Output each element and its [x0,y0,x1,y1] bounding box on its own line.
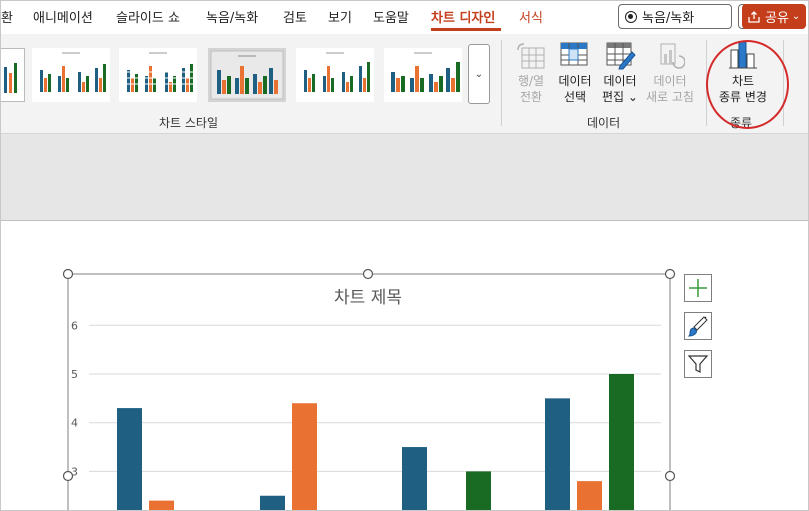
bar-series2-cat4[interactable] [577,481,602,511]
workspace-background [1,134,808,221]
refresh-data-icon [643,40,697,70]
paintbrush-icon [687,316,708,337]
slide-canvas: 차트 제목 3456 [1,221,808,511]
menu-tab-view[interactable]: 보기 [328,7,352,26]
chevron-down-icon: ⌄ [791,11,801,22]
edit-data-label-1: 데이터 [603,74,637,88]
edit-data-button[interactable]: 데이터 편집 ⌄ [599,40,641,105]
y-tick-label: 6 [71,319,78,332]
bar-series1-cat2[interactable] [260,495,285,511]
select-data-label-1: 데이터 [558,74,592,88]
highlight-circle-annotation [706,40,789,129]
resize-handle[interactable] [664,268,676,280]
chart-style-preview-icon [210,50,284,100]
chart-frame[interactable] [67,273,671,511]
y-tick-label: 4 [71,417,78,430]
menu-bar: 환 애니메이션 슬라이드 쇼 녹음/녹화 검토 보기 도움말 차트 디자인 서식… [1,1,808,34]
switch-row-column-label-1: 행/열 [517,74,545,88]
record-icon [625,10,637,23]
share-icon [748,10,760,23]
resize-handle[interactable] [362,268,374,280]
chart-elements-button[interactable] [684,274,712,302]
refresh-data-button[interactable]: 데이터 새로 고침 [643,40,697,105]
bar-series1-cat4[interactable] [545,398,570,511]
menu-tab-slideshow[interactable]: 슬라이드 쇼 [116,7,180,26]
resize-handle[interactable] [664,470,676,482]
chart-title[interactable]: 차트 제목 [334,288,402,308]
chart-style-thumb-4[interactable] [296,48,374,102]
share-button[interactable]: 공유 ⌄ [742,4,806,29]
menu-tab-animations[interactable]: 애니메이션 [33,7,93,26]
refresh-data-label-1: 데이터 [653,74,687,88]
bar-series1-cat3[interactable] [402,447,427,511]
active-tab-indicator [431,28,501,31]
switch-row-column-label-2: 전환 [519,90,543,104]
chart-style-preview-icon [32,48,110,102]
data-group-label: 데이터 [587,116,621,130]
chevron-down-icon: ⌄ [474,68,484,80]
chart-style-thumb-2[interactable] [119,48,197,102]
menu-tab-format[interactable]: 서식 [519,7,543,26]
resize-handle[interactable] [62,268,74,280]
chart-style-preview-icon [119,48,197,102]
edit-data-label-2: 편집 ⌄ [602,90,638,104]
filter-icon [687,355,709,373]
menu-tab-record[interactable]: 녹음/녹화 [206,7,258,26]
powerpoint-window: 환 애니메이션 슬라이드 쇼 녹음/녹화 검토 보기 도움말 차트 디자인 서식… [0,0,809,511]
select-data-button[interactable]: 데이터 선택 [556,40,594,105]
refresh-data-label-2: 새로 고침 [646,90,694,104]
menu-tab-chart-design[interactable]: 차트 디자인 [431,7,495,26]
chart-style-preview-icon [4,63,17,93]
ribbon: ⌄ 차트 스타일 행/열 전환 데이터 선택 데이터 편집 ⌄ 데이터 새로 고… [1,34,808,134]
select-data-label-2: 선택 [563,90,587,104]
menu-tab-transitions[interactable]: 환 [1,7,13,26]
resize-handle[interactable] [62,470,74,482]
edit-data-icon [599,40,641,70]
chart-styles-button[interactable] [684,312,712,340]
select-data-icon [556,40,594,70]
y-tick-label: 5 [71,368,78,381]
chart-style-thumb-0[interactable] [1,48,25,102]
record-button[interactable]: 녹음/녹화 [618,4,732,29]
plus-icon [689,279,707,297]
bar-series2-cat2[interactable] [292,403,317,511]
switch-row-column-button[interactable]: 행/열 전환 [513,40,549,105]
bar-series1-cat1[interactable] [117,408,142,511]
chart-style-thumb-1[interactable] [32,48,110,102]
bar-series2-cat1[interactable] [149,500,174,511]
chart-style-thumb-5[interactable] [384,48,462,102]
chart-style-preview-icon [296,48,374,102]
chart-style-preview-icon [384,48,462,102]
ribbon-separator [501,40,502,126]
bar-series3-cat4[interactable] [609,374,634,511]
switch-row-column-icon [513,40,549,70]
record-button-label: 녹음/녹화 [642,11,695,26]
chart-styles-group-label: 차트 스타일 [159,116,219,130]
chart-style-thumb-3-selected[interactable] [208,48,286,102]
menu-tab-review[interactable]: 검토 [283,7,307,26]
chart-filters-button[interactable] [684,350,712,378]
share-button-label: 공유 [765,11,789,26]
menu-tab-help[interactable]: 도움말 [373,7,409,26]
bar-series3-cat3[interactable] [466,471,491,511]
gallery-more-button[interactable]: ⌄ [468,44,490,104]
